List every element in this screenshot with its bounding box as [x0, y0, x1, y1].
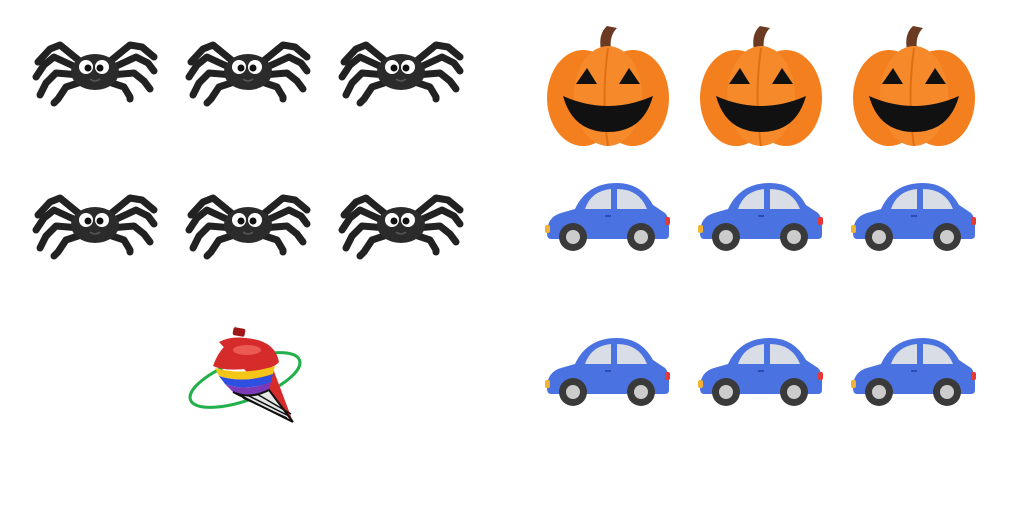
- jack-o-lantern-icon: [696, 20, 826, 150]
- picture-stage: [0, 0, 1024, 512]
- car-icon: [543, 305, 673, 435]
- car-icon: [849, 150, 979, 280]
- spider-icon: [336, 2, 466, 132]
- spider-icon: [30, 2, 160, 132]
- spinning-top-icon: [183, 312, 313, 442]
- spider-icon: [336, 155, 466, 285]
- spider-icon: [183, 2, 313, 132]
- spider-icon: [183, 155, 313, 285]
- car-icon: [543, 150, 673, 280]
- car-icon: [849, 305, 979, 435]
- car-icon: [696, 305, 826, 435]
- jack-o-lantern-icon: [543, 20, 673, 150]
- spider-icon: [30, 155, 160, 285]
- jack-o-lantern-icon: [849, 20, 979, 150]
- car-icon: [696, 150, 826, 280]
